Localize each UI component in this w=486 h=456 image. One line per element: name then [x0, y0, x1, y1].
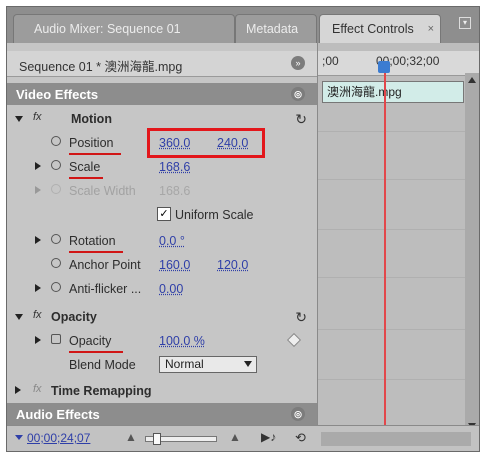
stopwatch-icon[interactable] — [51, 258, 61, 268]
current-timecode[interactable]: 00;00;24;07 — [27, 431, 90, 445]
anchor-point-row: Anchor Point 160.0 120.0 — [7, 253, 317, 277]
blend-mode-row: Blend Mode Normal — [7, 353, 317, 377]
zoom-in-icon[interactable]: ▲ — [229, 430, 241, 444]
opacity-effect-label: Opacity — [51, 310, 97, 324]
expand-anti-flicker-icon[interactable] — [35, 284, 41, 292]
blend-mode-select[interactable]: Normal — [159, 356, 257, 373]
uniform-scale-row: ✓ Uniform Scale — [7, 203, 317, 227]
sequence-clip-row: Sequence 01 * 澳洲海龍.mpg » — [7, 51, 317, 77]
vertical-scrollbar[interactable] — [465, 73, 479, 433]
scale-row: Scale 168.6 — [7, 155, 317, 179]
zoom-slider-handle[interactable] — [153, 433, 161, 445]
time-remapping-label: Time Remapping — [51, 384, 152, 398]
stopwatch-icon[interactable] — [51, 234, 61, 244]
scroll-up-icon[interactable] — [468, 77, 476, 83]
video-effects-title: Video Effects — [16, 87, 99, 102]
tab-label: Metadata — [246, 22, 299, 36]
rotation-value[interactable]: 0.0 ° — [159, 234, 185, 248]
row-divider — [318, 179, 468, 180]
expand-opacity-effect-icon[interactable] — [15, 314, 23, 320]
video-effects-menu-icon[interactable]: ◎ — [291, 87, 305, 101]
tab-audio-mixer[interactable]: Audio Mixer: Sequence 01 — [13, 14, 235, 43]
uniform-scale-label: Uniform Scale — [175, 208, 254, 222]
expand-scale-width-icon[interactable] — [35, 186, 41, 194]
annotation-highlight-box — [147, 128, 265, 158]
effect-controls-window: Audio Mixer: Sequence 01 Metadata Effect… — [6, 6, 480, 452]
anchor-x-value[interactable]: 160.0 — [159, 258, 190, 272]
effect-properties-pane: Sequence 01 * 澳洲海龍.mpg » Video Effects ◎… — [7, 43, 317, 451]
tab-metadata[interactable]: Metadata — [235, 14, 317, 43]
time-ruler[interactable]: ;00 00;00;32;00 — [318, 51, 479, 76]
tab-label: Effect Controls — [332, 22, 414, 36]
panel-menu-icon[interactable]: ▾ — [459, 17, 471, 29]
horizontal-scrollbar[interactable] — [321, 432, 471, 446]
anchor-point-label: Anchor Point — [69, 258, 141, 272]
add-keyframe-icon[interactable] — [286, 332, 302, 348]
uniform-scale-checkbox[interactable]: ✓ — [157, 207, 171, 221]
stopwatch-icon — [51, 184, 61, 194]
opacity-effect-row[interactable]: fx Opacity ↻ — [7, 305, 317, 329]
reset-opacity-icon[interactable]: ↻ — [295, 309, 307, 326]
fx-toggle-icon[interactable]: fx — [33, 309, 42, 321]
expand-rotation-icon[interactable] — [35, 236, 41, 244]
expand-motion-icon[interactable] — [15, 116, 23, 122]
fx-toggle-icon[interactable]: fx — [33, 111, 42, 123]
stopwatch-icon[interactable] — [51, 160, 61, 170]
audio-effects-header: Audio Effects ◎ — [7, 403, 317, 425]
opacity-value[interactable]: 100.0 % — [159, 334, 205, 348]
audio-effects-title: Audio Effects — [16, 407, 100, 422]
anti-flicker-row: Anti-flicker ... 0.00 — [7, 277, 317, 301]
row-divider — [318, 329, 468, 330]
panel-tab-bar: Audio Mixer: Sequence 01 Metadata Effect… — [7, 7, 479, 43]
rotation-row: Rotation 0.0 ° — [7, 229, 317, 253]
anti-flicker-label: Anti-flicker ... — [69, 282, 142, 296]
zoom-out-icon[interactable]: ▲ — [125, 430, 137, 444]
blend-mode-label: Blend Mode — [69, 358, 136, 372]
scale-value[interactable]: 168.6 — [159, 160, 190, 174]
anchor-y-value[interactable]: 120.0 — [217, 258, 248, 272]
tab-effect-controls[interactable]: Effect Controls × — [319, 14, 441, 43]
opacity-row: Opacity 100.0 % — [7, 329, 317, 353]
show-hide-timeline-icon[interactable]: » — [291, 56, 305, 70]
panel-footer: 00;00;24;07 ▲ ▲ ▶♪ ⟲ — [7, 425, 479, 451]
ruler-start-label: ;00 — [322, 54, 339, 68]
blend-mode-value: Normal — [165, 357, 204, 371]
row-divider — [318, 379, 468, 380]
scale-label: Scale — [69, 160, 101, 174]
stopwatch-icon[interactable] — [51, 136, 61, 146]
expand-opacity-icon[interactable] — [35, 336, 41, 344]
row-divider — [318, 229, 468, 230]
loop-audio-icon[interactable]: ⟲ — [295, 430, 306, 446]
scale-width-row: Scale Width 168.6 — [7, 179, 317, 203]
time-remapping-row[interactable]: fx Time Remapping — [7, 379, 317, 403]
playhead-handle[interactable] — [378, 61, 390, 73]
rotation-label: Rotation — [69, 234, 116, 248]
sequence-clip-label: Sequence 01 * 澳洲海龍.mpg — [19, 60, 183, 74]
playhead-line[interactable] — [384, 67, 386, 433]
audio-effects-menu-icon[interactable]: ◎ — [291, 407, 305, 421]
row-divider — [318, 131, 468, 132]
timeline-clip[interactable]: 澳洲海龍.mpg — [322, 81, 464, 103]
motion-label: Motion — [71, 112, 112, 126]
tab-label: Audio Mixer: Sequence 01 — [34, 22, 181, 36]
clip-name: 澳洲海龍.mpg — [327, 85, 402, 99]
close-tab-icon[interactable]: × — [428, 15, 434, 43]
fx-toggle-icon: fx — [33, 383, 42, 395]
expand-time-remapping-icon[interactable] — [15, 386, 21, 394]
effect-timeline-pane: ;00 00;00;32;00 澳洲海龍.mpg — [317, 43, 479, 451]
play-audio-icon[interactable]: ▶♪ — [261, 430, 276, 444]
chevron-down-icon — [244, 361, 252, 367]
row-divider — [318, 277, 468, 278]
reset-motion-icon[interactable]: ↻ — [295, 111, 307, 128]
keyframe-toggle-icon[interactable] — [51, 334, 61, 344]
scale-width-value: 168.6 — [159, 184, 191, 198]
stopwatch-icon[interactable] — [51, 282, 61, 292]
scale-width-label: Scale Width — [69, 184, 136, 198]
anti-flicker-value[interactable]: 0.00 — [159, 282, 183, 296]
timecode-indicator-icon — [15, 435, 23, 440]
opacity-label: Opacity — [69, 334, 112, 348]
position-label: Position — [69, 136, 114, 150]
expand-scale-icon[interactable] — [35, 162, 41, 170]
video-effects-header: Video Effects ◎ — [7, 83, 317, 105]
